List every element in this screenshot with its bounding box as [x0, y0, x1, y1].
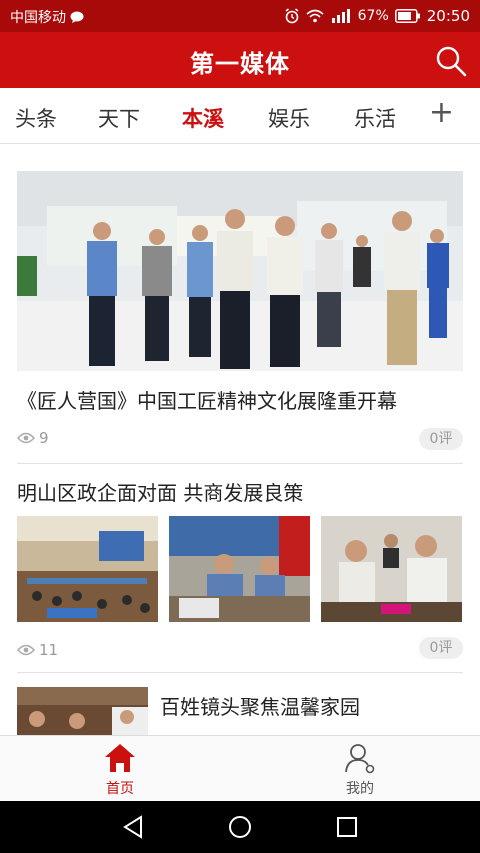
- app-title: 第一媒体: [190, 50, 290, 78]
- battery-icon: [394, 9, 420, 23]
- signal-icon: [331, 9, 350, 23]
- bottom-navigation: 首页 我的: [0, 735, 480, 801]
- recents-icon[interactable]: [336, 815, 358, 839]
- search-icon[interactable]: [434, 44, 468, 78]
- message-icon: [70, 11, 84, 23]
- divider: [17, 463, 463, 464]
- divider: [17, 672, 463, 673]
- carrier-label: 中国移动: [10, 10, 66, 26]
- article-1-image[interactable]: [17, 171, 463, 371]
- article-1-view-count: 9: [39, 429, 49, 447]
- back-icon[interactable]: [122, 815, 144, 839]
- battery-percent: 67%: [357, 8, 389, 24]
- tab-tianxia[interactable]: 天下: [98, 103, 140, 133]
- eye-icon: [17, 644, 35, 656]
- news-feed[interactable]: 《匠人营国》中国工匠精神文化展隆重开幕 9 0评 明山区政企面对面 共商发展良策: [0, 145, 480, 735]
- home-circle-icon[interactable]: [228, 815, 252, 839]
- app-header: 第一媒体: [0, 32, 480, 88]
- article-2-title[interactable]: 明山区政企面对面 共商发展良策: [17, 477, 303, 506]
- article-1-comment-badge[interactable]: 0评: [419, 428, 463, 450]
- tab-yule[interactable]: 娱乐: [268, 103, 310, 133]
- tab-lehuo[interactable]: 乐活: [354, 103, 396, 133]
- article-2-image-2[interactable]: [169, 516, 310, 622]
- user-icon: [345, 744, 375, 774]
- nav-home[interactable]: 首页: [0, 736, 240, 802]
- tab-toutiao[interactable]: 头条: [15, 103, 57, 133]
- add-tab-button[interactable]: +: [429, 98, 454, 128]
- status-bar: 中国移动 67% 20:50: [0, 0, 480, 32]
- article-1-title[interactable]: 《匠人营国》中国工匠精神文化展隆重开幕: [17, 385, 397, 414]
- article-2-comment-badge[interactable]: 0评: [419, 637, 463, 659]
- article-2-image-3[interactable]: [321, 516, 462, 622]
- nav-mine-label: 我的: [346, 781, 374, 797]
- home-icon: [105, 744, 135, 772]
- article-1-views: 9: [17, 429, 49, 447]
- nav-home-label: 首页: [106, 781, 134, 797]
- eye-icon: [17, 432, 35, 444]
- clock: 20:50: [426, 7, 470, 25]
- wifi-icon: [306, 9, 324, 23]
- article-2-image-1[interactable]: [17, 516, 158, 622]
- article-3-image[interactable]: [17, 687, 148, 735]
- article-2-views: 11: [17, 641, 58, 659]
- category-tabs: 头条 天下 本溪 娱乐 乐活 +: [0, 88, 480, 144]
- nav-mine[interactable]: 我的: [240, 736, 480, 802]
- alarm-icon: [285, 8, 299, 24]
- article-2-view-count: 11: [39, 641, 59, 659]
- tab-benxi[interactable]: 本溪: [182, 103, 224, 133]
- system-navigation-bar: [0, 801, 480, 853]
- article-3-title[interactable]: 百姓镜头聚焦温馨家园: [160, 691, 360, 720]
